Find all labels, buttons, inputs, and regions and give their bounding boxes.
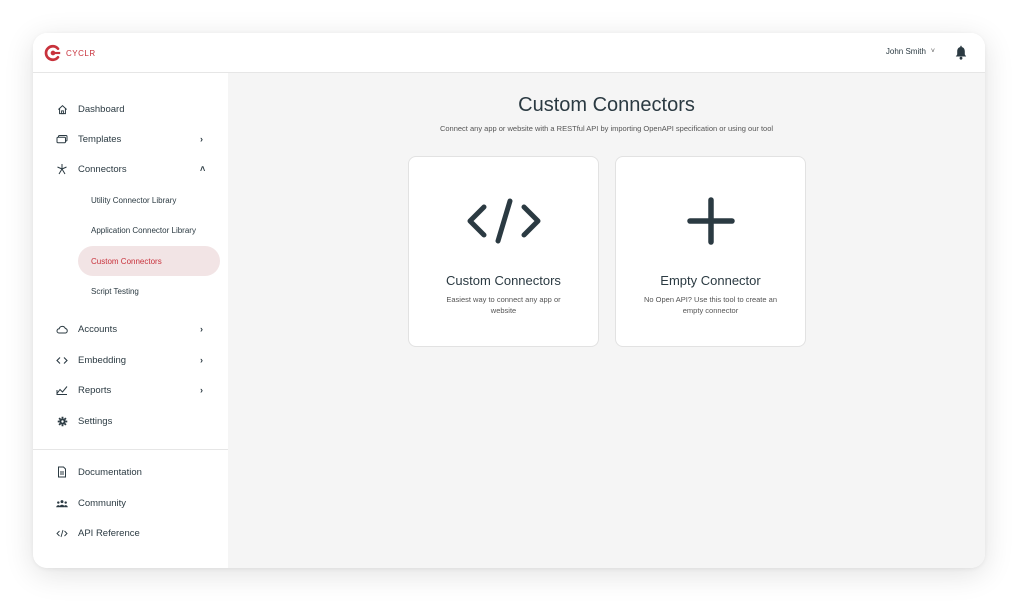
- custom-connectors-card[interactable]: Custom Connectors Easiest way to connect…: [408, 156, 599, 347]
- top-bar: CYCLR John Smith ˅: [33, 33, 985, 73]
- sidebar-subitem-label: Script Testing: [91, 286, 139, 296]
- chevron-right-icon: ›: [200, 134, 203, 144]
- chevron-down-icon: ˅: [930, 48, 935, 55]
- sidebar-subitem-label: Utility Connector Library: [91, 195, 177, 205]
- sidebar-item-label: Community: [78, 497, 127, 509]
- connectors-icon: [56, 163, 68, 175]
- sidebar-subitem-utility-connector-library[interactable]: Utility Connector Library: [78, 185, 220, 215]
- sidebar-subitem-label: Custom Connectors: [91, 256, 162, 266]
- sidebar-item-documentation[interactable]: Documentation: [33, 457, 228, 487]
- cloud-icon: [56, 323, 68, 335]
- brand-name: CYCLR: [66, 48, 96, 58]
- page-title: Custom Connectors: [518, 94, 695, 116]
- gear-icon: [56, 415, 68, 427]
- card-description: Easiest way to connect any app or websit…: [446, 295, 561, 315]
- sidebar-divider: [33, 449, 228, 450]
- sidebar-item-templates[interactable]: Templates ›: [33, 124, 228, 154]
- document-icon: [56, 466, 68, 478]
- chevron-right-icon: ›: [200, 385, 203, 395]
- brand-logo[interactable]: CYCLR: [44, 44, 96, 62]
- card-title: Custom Connectors: [446, 273, 561, 288]
- templates-icon: [56, 133, 68, 145]
- bell-icon[interactable]: [953, 45, 969, 61]
- sidebar-item-settings[interactable]: Settings: [33, 406, 228, 436]
- home-icon: [56, 103, 68, 115]
- api-icon: [56, 527, 68, 539]
- sidebar-item-label: API Reference: [78, 527, 140, 539]
- sidebar-subitem-application-connector-library[interactable]: Application Connector Library: [78, 215, 220, 245]
- app-window: CYCLR John Smith ˅ Dashboard Templates ›: [33, 33, 985, 568]
- sidebar-item-label: Connectors: [78, 163, 127, 175]
- plus-icon: [616, 197, 805, 247]
- community-icon: [56, 497, 68, 509]
- reports-icon: [56, 384, 68, 396]
- empty-connector-card[interactable]: Empty Connector No Open API? Use this to…: [615, 156, 806, 347]
- sidebar-item-dashboard[interactable]: Dashboard: [33, 94, 228, 124]
- user-name: John Smith: [885, 47, 926, 56]
- cyclr-logo-icon: [44, 44, 61, 62]
- user-menu[interactable]: John Smith ˅: [886, 47, 935, 56]
- chevron-right-icon: ›: [200, 324, 203, 334]
- sidebar-item-label: Dashboard: [78, 103, 125, 115]
- sidebar-item-label: Settings: [78, 415, 113, 427]
- sidebar-subitem-custom-connectors[interactable]: Custom Connectors: [78, 246, 220, 276]
- sidebar-item-connectors[interactable]: Connectors ˄: [33, 154, 228, 184]
- sidebar-item-accounts[interactable]: Accounts ›: [33, 314, 228, 344]
- card-description: No Open API? Use this tool to create an …: [644, 295, 777, 315]
- sidebar-item-label: Documentation: [78, 466, 142, 478]
- code-icon: [56, 354, 68, 366]
- sidebar-subitem-script-testing[interactable]: Script Testing: [78, 276, 220, 306]
- main-content: Custom Connectors Connect any app or web…: [228, 73, 985, 568]
- sidebar-item-embedding[interactable]: Embedding ›: [33, 345, 228, 375]
- card-title: Empty Connector: [660, 273, 761, 288]
- page-subtitle: Connect any app or website with a RESTfu…: [439, 124, 774, 133]
- chevron-up-icon: ˄: [200, 164, 206, 174]
- sidebar: Dashboard Templates › Connectors ˄ Utili…: [33, 73, 228, 568]
- code-brackets-icon: [409, 197, 598, 247]
- sidebar-item-api-reference[interactable]: API Reference: [33, 518, 228, 548]
- sidebar-item-community[interactable]: Community: [33, 488, 228, 518]
- sidebar-subitem-label: Application Connector Library: [91, 225, 196, 235]
- sidebar-item-label: Accounts: [78, 323, 118, 335]
- sidebar-item-label: Templates: [78, 133, 122, 145]
- sidebar-item-reports[interactable]: Reports ›: [33, 375, 228, 405]
- sidebar-item-label: Reports: [78, 384, 112, 396]
- chevron-right-icon: ›: [200, 355, 203, 365]
- sidebar-item-label: Embedding: [78, 354, 127, 366]
